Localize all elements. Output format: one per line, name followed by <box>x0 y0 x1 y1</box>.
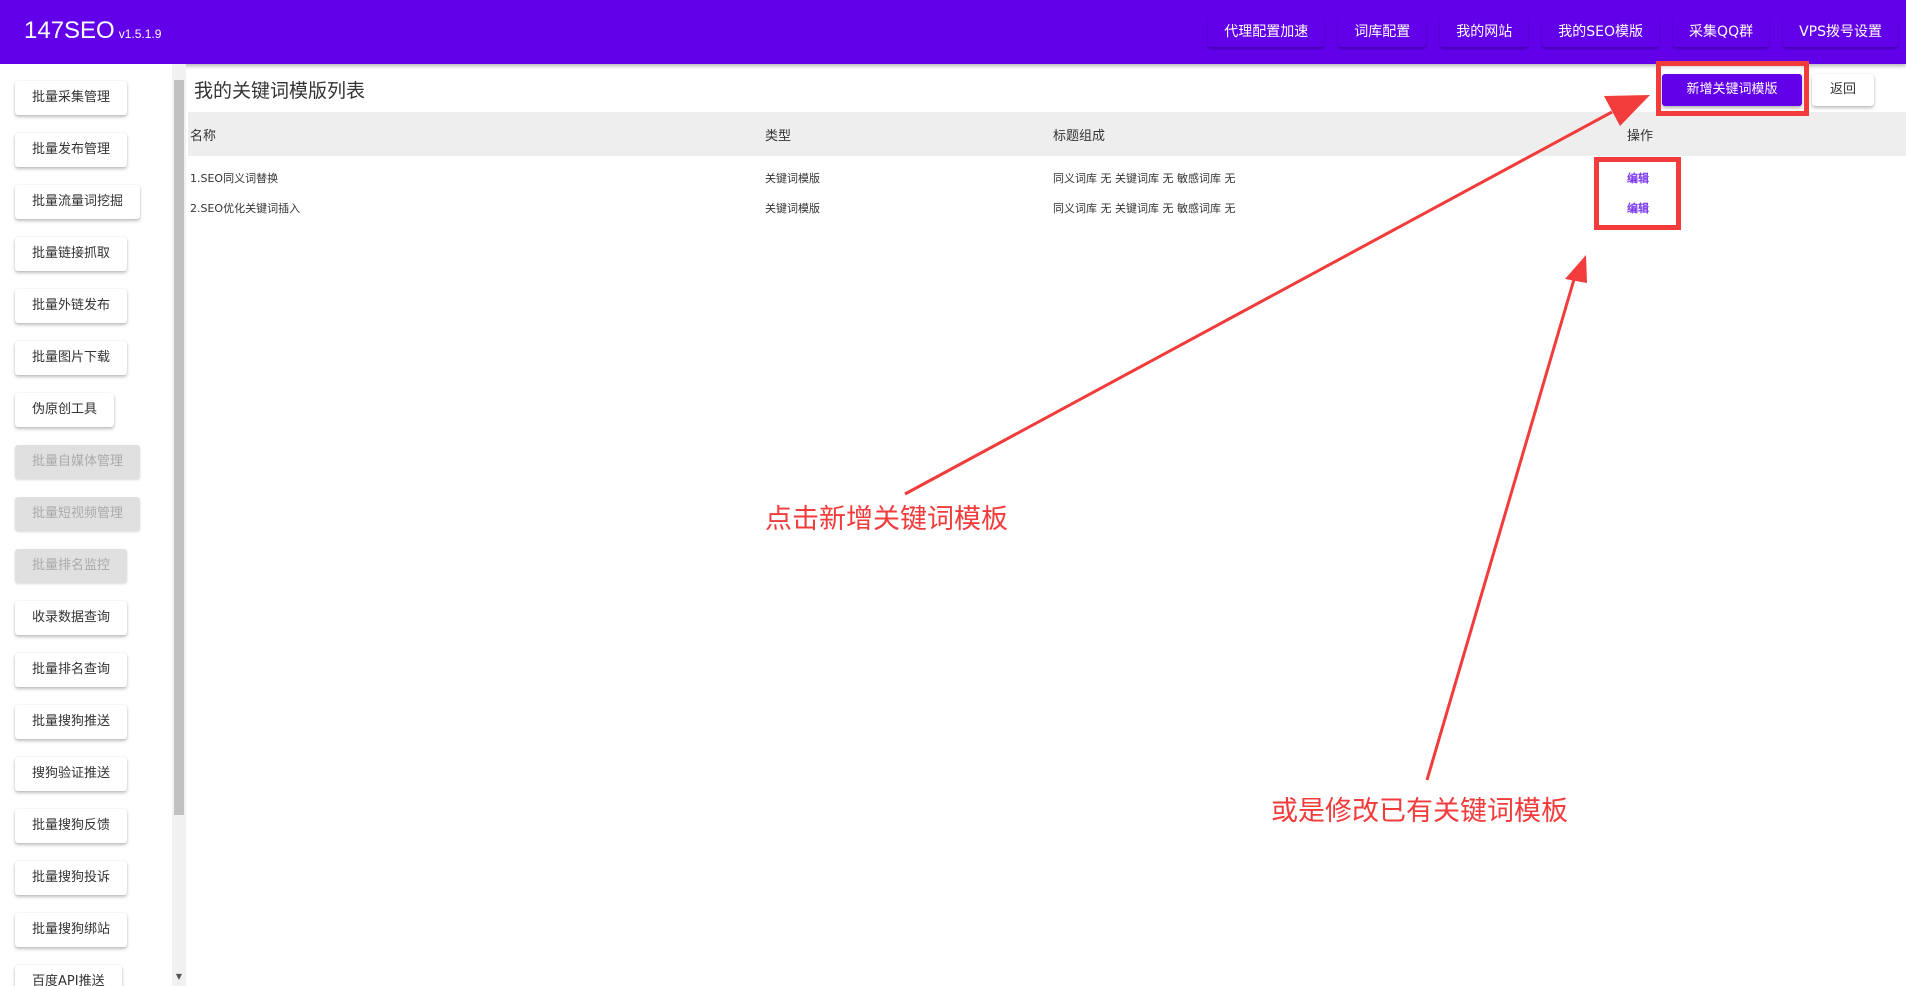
nav-collect-qq-group[interactable]: 采集QQ群 <box>1673 17 1770 47</box>
back-button[interactable]: 返回 <box>1812 74 1874 106</box>
column-header-type: 类型 <box>765 129 792 144</box>
sidebar-item-external-link-publish[interactable]: 批量外链发布 <box>15 289 128 323</box>
nav-proxy-config[interactable]: 代理配置加速 <box>1208 17 1325 47</box>
column-header-title-composition: 标题组成 <box>1053 129 1106 144</box>
app-brand: 147SEO v1.5.1.9 <box>24 17 161 45</box>
row-composition: 同义词库 无 关键词库 无 敏感词库 无 <box>1053 202 1236 215</box>
sidebar-item-traffic-keyword-mining[interactable]: 批量流量词挖掘 <box>15 185 141 219</box>
sidebar: 批量采集管理 批量发布管理 批量流量词挖掘 批量链接抓取 批量外链发布 批量图片… <box>0 64 172 986</box>
row-composition: 同义词库 无 关键词库 无 敏感词库 无 <box>1053 172 1236 185</box>
page-title: 我的关键词模版列表 <box>194 80 366 102</box>
sidebar-item-self-media: 批量自媒体管理 <box>15 445 141 479</box>
sidebar-item-sogou-verify-push[interactable]: 搜狗验证推送 <box>15 757 128 791</box>
sidebar-item-rank-monitor: 批量排名监控 <box>15 549 128 583</box>
annotation-text-add: 点击新增关键词模板 <box>765 504 1008 535</box>
app-name: 147SEO <box>24 17 115 44</box>
row-name: 1.SEO同义词替换 <box>190 172 279 185</box>
sidebar-item-batch-collect[interactable]: 批量采集管理 <box>15 81 128 115</box>
sidebar-item-index-query[interactable]: 收录数据查询 <box>15 601 128 635</box>
sidebar-item-image-download[interactable]: 批量图片下载 <box>15 341 128 375</box>
sidebar-item-sogou-feedback[interactable]: 批量搜狗反馈 <box>15 809 128 843</box>
nav-my-websites[interactable]: 我的网站 <box>1440 17 1529 47</box>
nav-lexicon-config[interactable]: 词库配置 <box>1338 17 1427 47</box>
nav-my-seo-templates[interactable]: 我的SEO模版 <box>1542 17 1660 47</box>
app-version: v1.5.1.9 <box>118 27 162 41</box>
row-type: 关键词模版 <box>765 172 820 185</box>
sidebar-item-pseudo-original-tool[interactable]: 伪原创工具 <box>15 393 115 427</box>
table-header: 名称 类型 标题组成 操作 <box>188 112 1906 156</box>
column-header-actions: 操作 <box>1627 129 1654 144</box>
row-name: 2.SEO优化关键词插入 <box>190 202 301 215</box>
sidebar-item-sogou-push[interactable]: 批量搜狗推送 <box>15 705 128 739</box>
sidebar-scrollbar-thumb[interactable] <box>174 80 184 815</box>
sidebar-item-rank-query[interactable]: 批量排名查询 <box>15 653 128 687</box>
sidebar-item-sogou-bind-site[interactable]: 批量搜狗绑站 <box>15 913 128 947</box>
sidebar-item-sogou-complaint[interactable]: 批量搜狗投诉 <box>15 861 128 895</box>
sidebar-item-link-crawl[interactable]: 批量链接抓取 <box>15 237 128 271</box>
highlight-box-edit-links <box>1594 157 1681 230</box>
sidebar-item-baidu-api-push[interactable]: 百度API推送 <box>15 965 122 986</box>
nav-vps-dialup-settings[interactable]: VPS拨号设置 <box>1783 17 1898 47</box>
top-bar: 147SEO v1.5.1.9 代理配置加速 词库配置 我的网站 我的SEO模版 … <box>0 0 1906 64</box>
scroll-down-arrow-icon[interactable]: ▼ <box>174 972 184 982</box>
sidebar-item-short-video: 批量短视频管理 <box>15 497 141 531</box>
annotation-text-edit: 或是修改已有关键词模板 <box>1271 796 1568 827</box>
top-nav: 代理配置加速 词库配置 我的网站 我的SEO模版 采集QQ群 VPS拨号设置 <box>1194 17 1898 47</box>
row-type: 关键词模版 <box>765 202 820 215</box>
column-header-name: 名称 <box>190 129 217 144</box>
highlight-box-add-button <box>1656 61 1809 116</box>
sidebar-item-batch-publish[interactable]: 批量发布管理 <box>15 133 128 167</box>
